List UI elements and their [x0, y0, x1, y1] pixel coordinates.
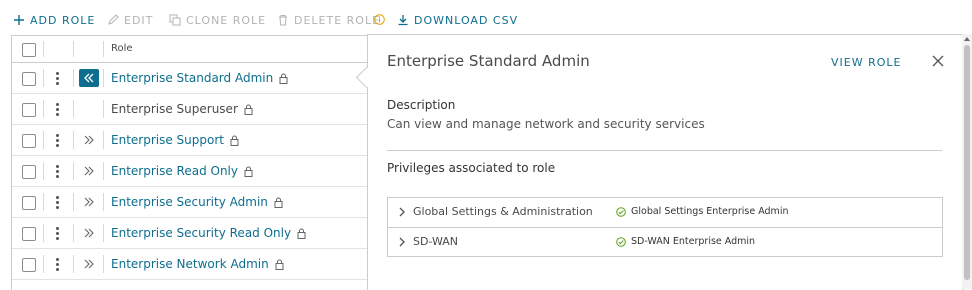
column-divider — [43, 41, 44, 57]
kebab-menu-icon[interactable] — [56, 196, 60, 210]
row-checkbox[interactable] — [22, 258, 36, 272]
privilege-row[interactable]: SD-WAN SD-WAN Enterprise Admin — [388, 227, 942, 256]
download-csv-label: DOWNLOAD CSV — [414, 13, 519, 27]
role-name: Enterprise Superuser — [111, 102, 238, 116]
lock-icon — [230, 135, 239, 146]
role-name-link[interactable]: Enterprise Network Admin — [111, 257, 284, 271]
copy-icon — [169, 14, 181, 26]
kebab-menu-icon[interactable] — [56, 227, 60, 241]
role-name: Enterprise Network Admin — [111, 257, 269, 271]
scrollbar[interactable] — [962, 34, 972, 289]
role-name: Enterprise Read Only — [111, 164, 238, 178]
kebab-menu-icon[interactable] — [56, 103, 60, 117]
grid-header: Role — [12, 36, 369, 63]
role-name-link[interactable]: Enterprise Standard Admin — [111, 71, 288, 85]
column-divider — [73, 41, 74, 57]
download-csv-button[interactable]: DOWNLOAD CSV — [397, 12, 518, 28]
row-checkbox[interactable] — [22, 134, 36, 148]
kebab-menu-icon[interactable] — [56, 72, 60, 86]
kebab-menu-icon[interactable] — [56, 258, 60, 272]
description-text: Can view and manage network and security… — [387, 117, 705, 131]
column-header-role[interactable]: Role — [111, 43, 133, 54]
table-row[interactable]: Enterprise Read Only — [12, 156, 369, 187]
role-name: Enterprise Support — [111, 133, 224, 147]
privileges-table: Global Settings & Administration Global … — [387, 197, 943, 257]
expand-detail-icon[interactable] — [79, 255, 99, 273]
role-detail-panel: Enterprise Standard Admin VIEW ROLE Desc… — [367, 34, 964, 290]
delete-role-button[interactable]: DELETE ROLE — [277, 12, 380, 28]
role-name-link[interactable]: Enterprise Support — [111, 133, 239, 147]
table-row[interactable]: Enterprise Support — [12, 125, 369, 156]
plus-icon — [14, 15, 24, 25]
table-row[interactable]: Enterprise Security Read Only — [12, 218, 369, 249]
column-divider — [103, 41, 104, 57]
clone-role-label: CLONE ROLE — [186, 13, 267, 27]
add-role-button[interactable]: ADD ROLE — [13, 12, 95, 28]
table-row[interactable]: Enterprise Standard Admin — [12, 63, 369, 94]
role-name-text: Enterprise Superuser — [111, 102, 253, 116]
lock-icon — [244, 166, 253, 177]
view-role-link[interactable]: VIEW ROLE — [831, 56, 901, 69]
row-checkbox[interactable] — [22, 72, 36, 86]
role-name: Enterprise Security Admin — [111, 195, 268, 209]
lock-icon — [275, 259, 284, 270]
role-name: Enterprise Standard Admin — [111, 71, 274, 85]
role-name: Enterprise Security Read Only — [111, 226, 292, 240]
privilege-row[interactable]: Global Settings & Administration Global … — [388, 198, 942, 226]
trash-icon — [279, 15, 287, 26]
table-row[interactable]: Enterprise Network Admin — [12, 249, 369, 280]
select-all-checkbox[interactable] — [22, 43, 36, 57]
edit-button[interactable]: EDIT — [107, 12, 153, 28]
lock-icon — [279, 73, 288, 84]
download-icon — [398, 15, 408, 26]
expand-detail-icon[interactable] — [79, 162, 99, 180]
close-icon[interactable] — [931, 54, 945, 68]
row-checkbox[interactable] — [22, 165, 36, 179]
privilege-value: Global Settings Enterprise Admin — [631, 206, 789, 217]
roles-grid: Role Enterprise Standard Admin Enterpris… — [11, 35, 369, 290]
expand-detail-icon[interactable] — [79, 193, 99, 211]
lock-icon — [274, 197, 283, 208]
role-name-link[interactable]: Enterprise Security Read Only — [111, 226, 306, 240]
add-role-label: ADD ROLE — [30, 13, 96, 27]
row-checkbox[interactable] — [22, 227, 36, 241]
scroll-up-arrow-icon[interactable] — [964, 37, 970, 41]
role-name-link[interactable]: Enterprise Security Admin — [111, 195, 283, 209]
chevron-right-icon[interactable] — [398, 237, 406, 247]
chevron-right-icon[interactable] — [398, 207, 406, 217]
privilege-category: SD-WAN — [413, 235, 459, 248]
edit-label: EDIT — [124, 13, 154, 27]
kebab-menu-icon[interactable] — [56, 165, 60, 179]
scroll-thumb[interactable] — [964, 45, 970, 280]
privilege-value: SD-WAN Enterprise Admin — [631, 236, 756, 247]
expand-detail-icon[interactable] — [79, 131, 99, 149]
pencil-icon — [108, 14, 119, 25]
description-label: Description — [387, 98, 456, 112]
info-icon[interactable] — [374, 14, 385, 25]
row-checkbox[interactable] — [22, 196, 36, 210]
lock-icon — [244, 104, 253, 115]
clone-role-button[interactable]: CLONE ROLE — [169, 12, 266, 28]
divider — [387, 150, 942, 151]
check-circle-icon — [616, 237, 626, 247]
toolbar: ADD ROLE EDIT CLONE ROLE DELETE ROLE DOW… — [0, 0, 972, 36]
collapse-detail-icon[interactable] — [79, 69, 99, 87]
privileges-label: Privileges associated to role — [387, 161, 556, 175]
check-circle-icon — [616, 207, 626, 217]
expand-detail-icon[interactable] — [79, 224, 99, 242]
row-checkbox[interactable] — [22, 103, 36, 117]
table-row[interactable]: Enterprise Superuser — [12, 94, 369, 125]
privilege-category: Global Settings & Administration — [413, 205, 593, 218]
detail-title: Enterprise Standard Admin — [387, 52, 590, 70]
role-name-link[interactable]: Enterprise Read Only — [111, 164, 253, 178]
lock-icon — [297, 228, 306, 239]
table-row[interactable]: Enterprise Security Admin — [12, 187, 369, 218]
kebab-menu-icon[interactable] — [56, 134, 60, 148]
delete-role-label: DELETE ROLE — [294, 13, 381, 27]
